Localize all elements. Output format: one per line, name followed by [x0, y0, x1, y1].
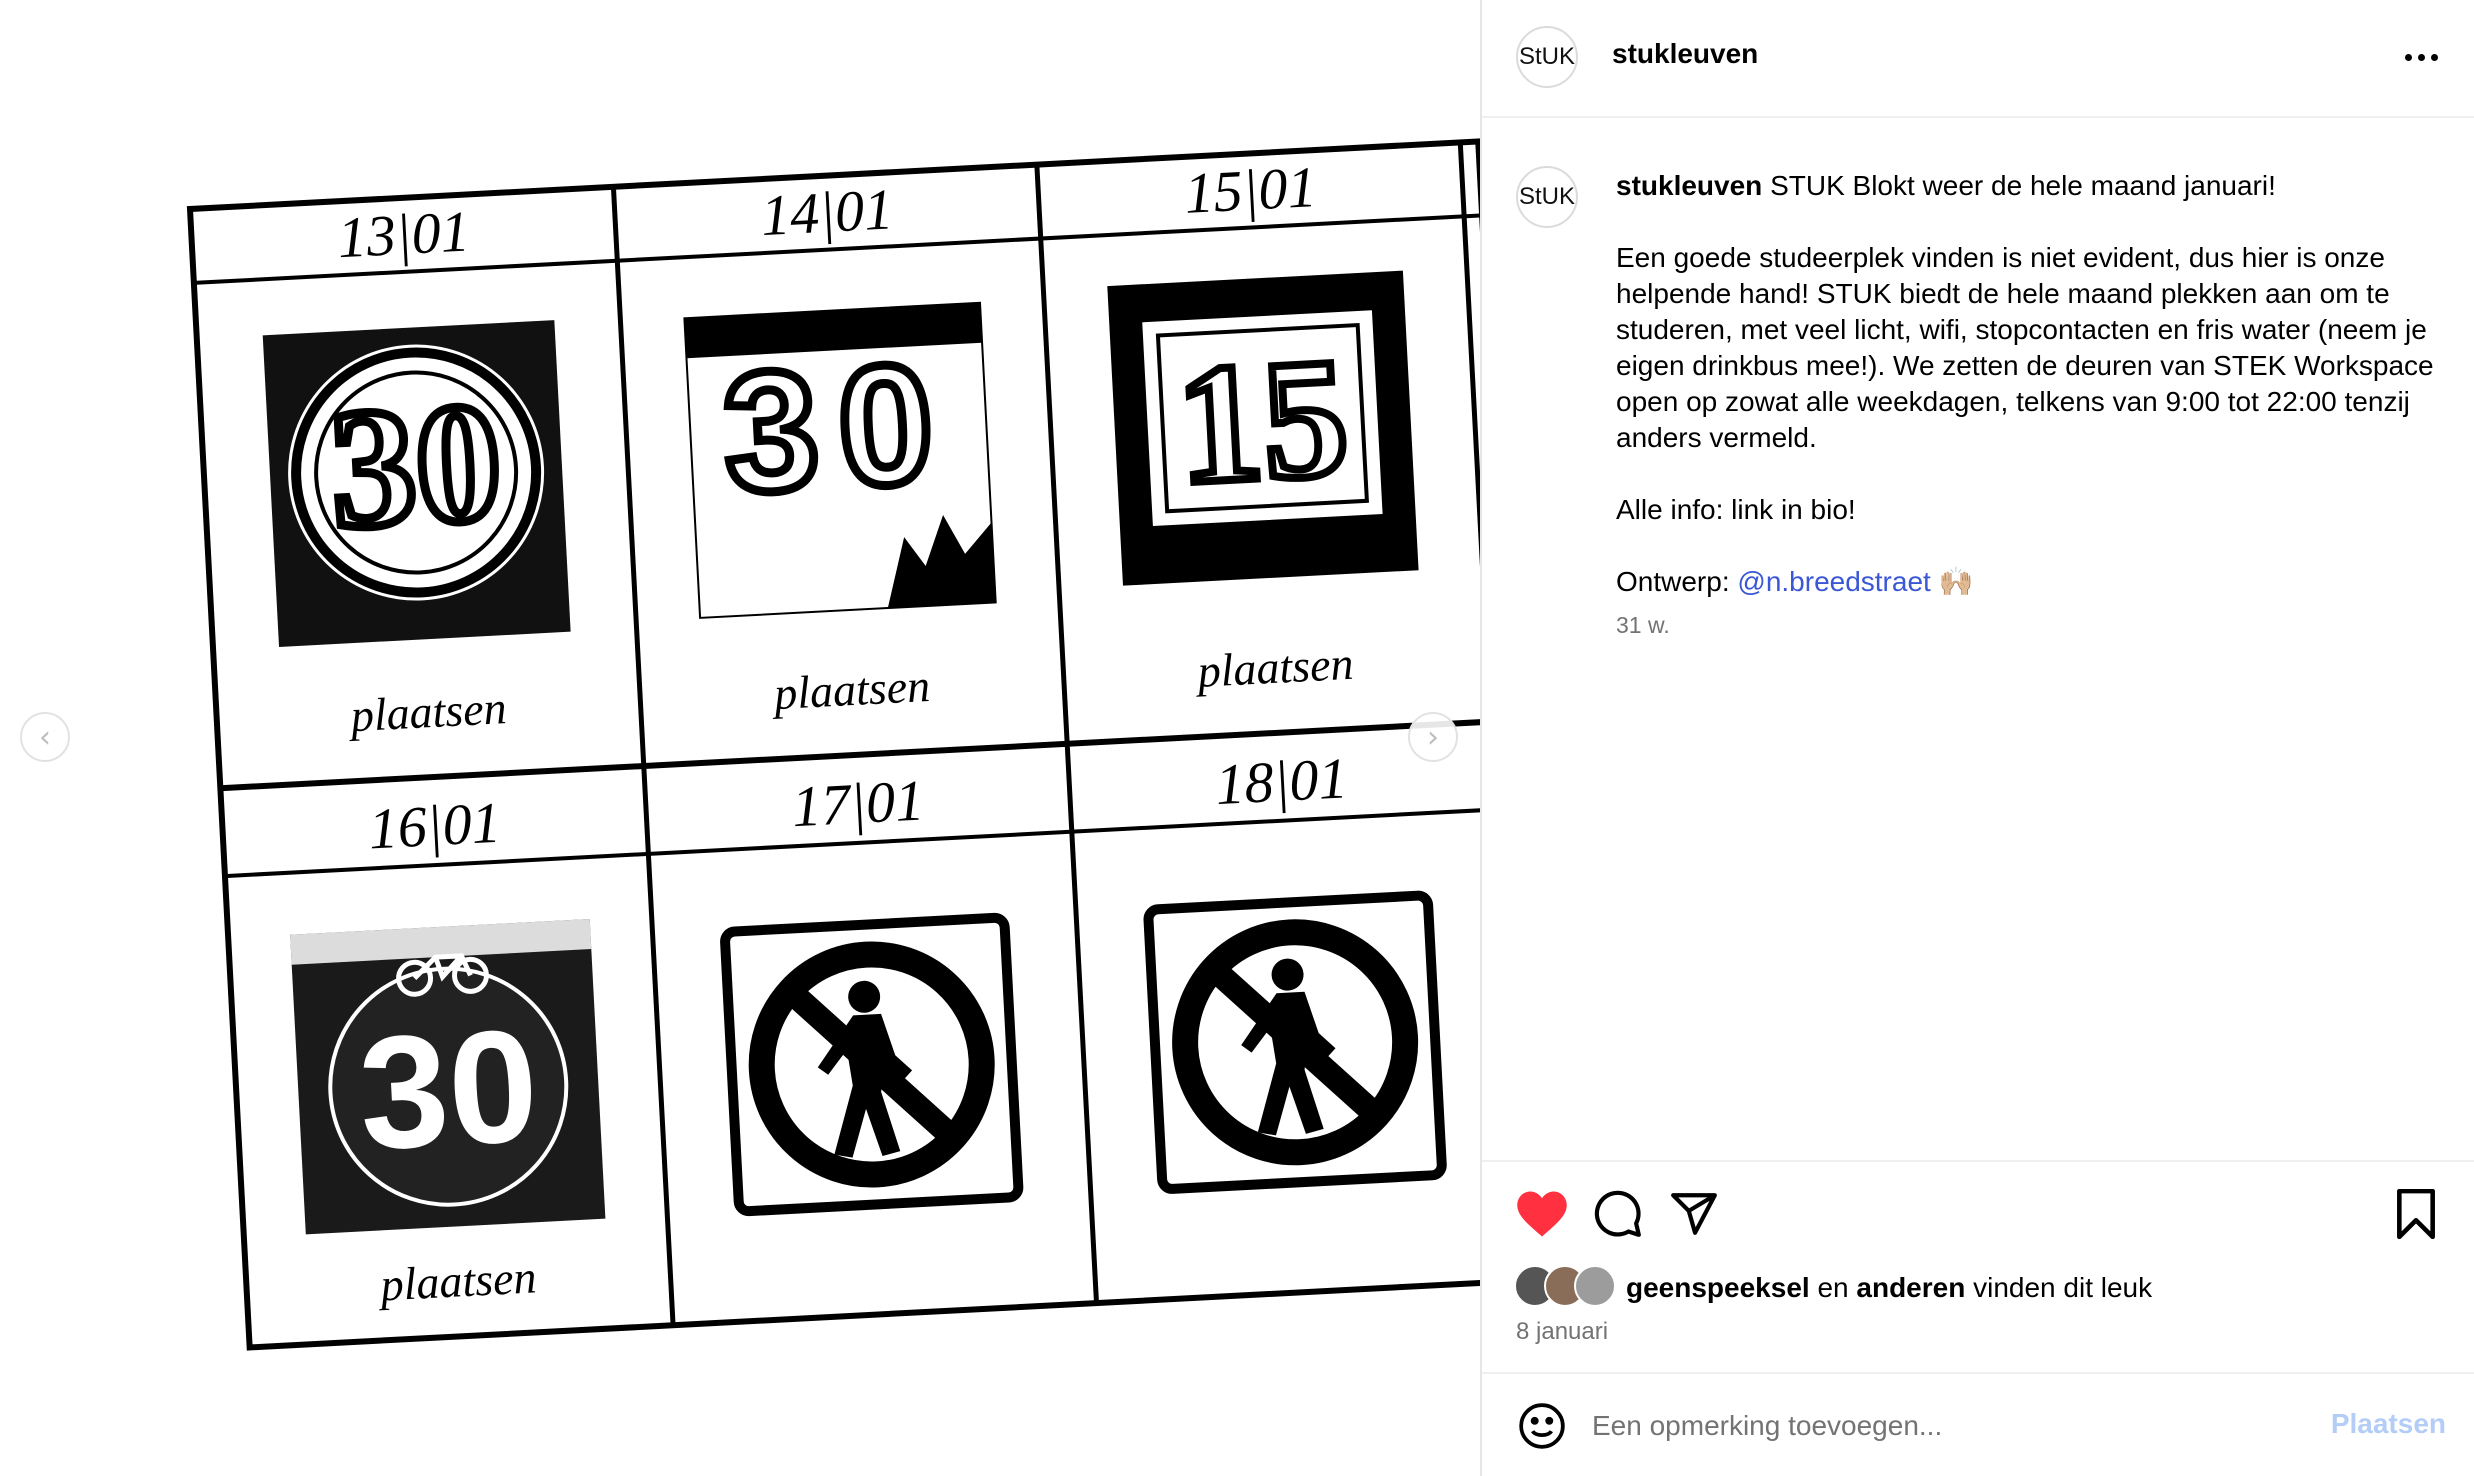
caption-paragraph: Een goede studeerplek vinden is niet evi… — [1616, 242, 2434, 453]
chevron-left-icon[interactable]: ‹ — [20, 712, 70, 762]
caption-emoji: 🙌🏼 — [1938, 566, 1974, 597]
more-options-icon[interactable] — [2396, 32, 2446, 82]
post-media: 13|01 14|01 15|01 16|01 17|01 18|01 30 3… — [0, 0, 1480, 1476]
cell-label: plaatsen — [770, 660, 931, 719]
heart-icon[interactable] — [1512, 1184, 1572, 1244]
plaque-15-image: 15 — [1107, 270, 1419, 586]
cell-date: 14|01 — [759, 176, 894, 248]
cell-date: 16|01 — [367, 790, 502, 862]
svg-text:15: 15 — [1173, 323, 1353, 520]
cell-label: plaatsen — [376, 1251, 537, 1310]
calendar-poster: 13|01 14|01 15|01 16|01 17|01 18|01 30 3… — [186, 138, 1480, 1351]
cell-date: 15|01 — [1183, 154, 1318, 226]
cell-date: 18|01 — [1214, 745, 1349, 817]
caption-first-line: STUK Blokt weer de hele maand januari! — [1770, 170, 2276, 201]
liker-avatars[interactable] — [1514, 1265, 1624, 1309]
post-age: 31 w. — [1616, 612, 1670, 638]
post-header: StUK stukleuven — [1482, 0, 2474, 118]
svg-text:30: 30 — [719, 328, 958, 530]
likes-suffix: vinden dit leuk — [1973, 1272, 2153, 1303]
speed-30-ring-image: 30 — [262, 320, 571, 647]
post-date: 8 januari — [1516, 1318, 1609, 1345]
cell-label: plaatsen — [1193, 638, 1354, 697]
comment-input[interactable] — [1592, 1400, 2292, 1452]
likes-others[interactable]: anderen — [1856, 1272, 1965, 1303]
balloon-30-image: 30 — [683, 301, 997, 619]
cell-date: 13|01 — [336, 198, 471, 270]
no-pedestrians-image — [725, 917, 1019, 1211]
avatar[interactable]: StUK — [1516, 26, 1578, 88]
no-pedestrians-image — [1148, 895, 1442, 1189]
share-icon[interactable] — [1664, 1184, 1724, 1244]
emoji-icon[interactable] — [1512, 1396, 1572, 1456]
caption-paragraph: Alle info: link in bio! — [1616, 494, 1856, 525]
svg-text:30: 30 — [326, 367, 506, 564]
caption-design-label: Ontwerp: — [1616, 566, 1730, 597]
avatar — [1574, 1265, 1616, 1307]
post-side-panel: StUK stukleuven StUK stukleuven STUK Blo… — [1480, 0, 2474, 1476]
comment-icon[interactable] — [1588, 1184, 1648, 1244]
post-comment-button[interactable]: Plaatsen — [2331, 1408, 2446, 1440]
chevron-right-icon[interactable]: › — [1408, 712, 1458, 762]
header-username[interactable]: stukleuven — [1612, 38, 1758, 70]
caption-area: StUK stukleuven STUK Blokt weer de hele … — [1482, 118, 2474, 1160]
avatar[interactable]: StUK — [1516, 166, 1578, 228]
liker-username[interactable]: geenspeeksel — [1626, 1272, 1810, 1303]
cell-date: 17|01 — [790, 767, 925, 839]
caption-username[interactable]: stukleuven — [1616, 170, 1762, 201]
post-actions: geenspeeksel en anderen vinden dit leuk … — [1482, 1160, 2474, 1372]
likes-summary[interactable]: geenspeeksel en anderen vinden dit leuk — [1626, 1272, 2152, 1304]
bookmark-icon[interactable] — [2386, 1184, 2446, 1244]
road-30-image: 30 — [290, 919, 606, 1235]
mention-link[interactable]: @n.breedstraet — [1737, 566, 1930, 597]
likes-connector: en — [1817, 1272, 1849, 1303]
svg-text:30: 30 — [355, 995, 542, 1183]
cell-label: plaatsen — [346, 682, 507, 741]
post-caption: stukleuven STUK Blokt weer de hele maand… — [1616, 168, 2446, 636]
comment-bar: Plaatsen — [1482, 1372, 2474, 1476]
